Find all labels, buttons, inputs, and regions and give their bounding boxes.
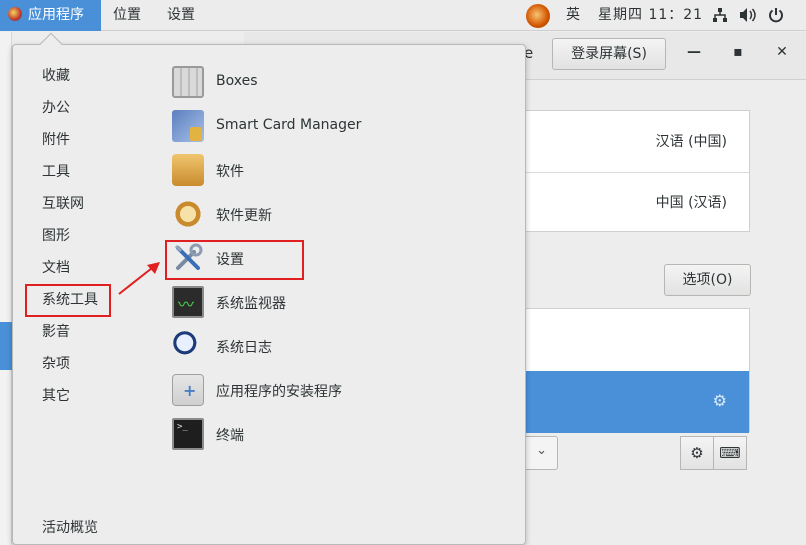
annotation-arrow-icon [118,262,160,295]
